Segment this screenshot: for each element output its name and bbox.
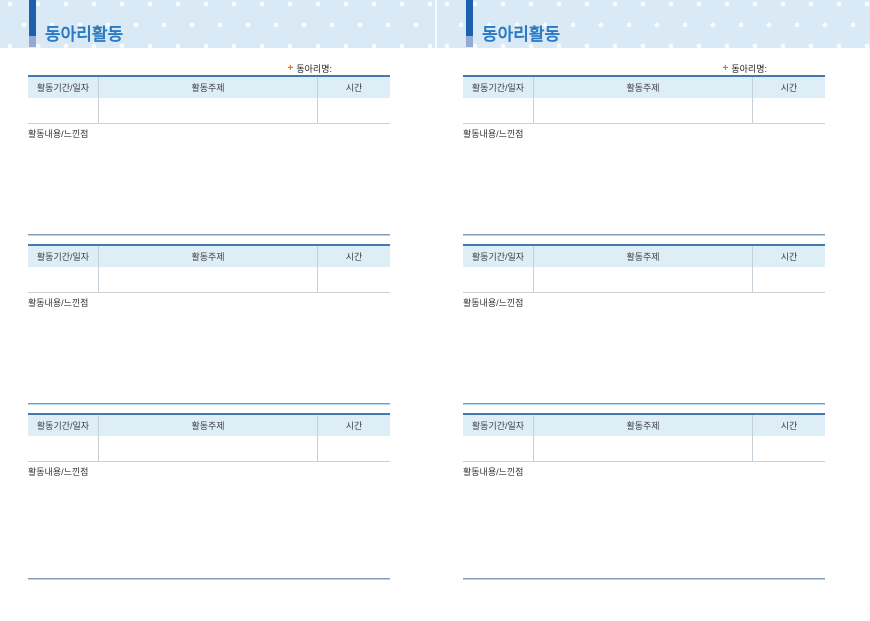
cell-period[interactable] <box>463 436 533 461</box>
page-header-band: 동아리활동 <box>0 0 435 48</box>
page-content: + 동아리명: 활동기간/일자 활동주제 시간 활동내용/느낀점 활동기간/일자 <box>435 63 870 580</box>
table-header-row: 활동기간/일자 활동주제 시간 <box>28 246 390 267</box>
notes-writing-area[interactable] <box>463 479 825 578</box>
col-header-period: 활동기간/일자 <box>463 415 533 436</box>
notes-label: 활동내용/느낀점 <box>28 467 390 479</box>
col-header-topic: 활동주제 <box>533 77 752 98</box>
col-header-time: 시간 <box>752 246 825 267</box>
section-bottom-divider <box>28 234 390 236</box>
header-accent-square-icon <box>29 36 36 47</box>
page-title: 동아리활동 <box>45 20 123 45</box>
col-header-topic: 활동주제 <box>98 415 317 436</box>
cell-time[interactable] <box>752 267 825 292</box>
club-name-label: 동아리명: <box>296 65 332 74</box>
page-content: + 동아리명: 활동기간/일자 활동주제 시간 활동내용/느낀점 활동기간/일자 <box>0 63 435 580</box>
table-header-row: 활동기간/일자 활동주제 시간 <box>28 415 390 436</box>
activity-table: 활동기간/일자 활동주제 시간 <box>463 244 825 293</box>
cell-time[interactable] <box>317 98 390 123</box>
notes-writing-area[interactable] <box>463 141 825 234</box>
page-left: 동아리활동 + 동아리명: 활동기간/일자 활동주제 시간 활동내용/느낀점 <box>0 0 435 621</box>
header-accent-square-icon <box>466 36 473 47</box>
activity-sections: 활동기간/일자 활동주제 시간 활동내용/느낀점 활동기간/일자 활동주제 시간 <box>28 75 390 580</box>
activity-section: 활동기간/일자 활동주제 시간 활동내용/느낀점 <box>463 413 825 580</box>
cell-topic[interactable] <box>98 98 317 123</box>
header-accent-bar-icon <box>466 0 473 36</box>
activity-section: 활동기간/일자 활동주제 시간 활동내용/느낀점 <box>463 75 825 236</box>
table-header-row: 활동기간/일자 활동주제 시간 <box>463 415 825 436</box>
table-entry-row <box>28 267 390 292</box>
col-header-topic: 활동주제 <box>98 77 317 98</box>
activity-table: 활동기간/일자 활동주제 시간 <box>463 413 825 462</box>
table-entry-row <box>28 98 390 123</box>
activity-table: 활동기간/일자 활동주제 시간 <box>28 244 390 293</box>
cell-time[interactable] <box>317 436 390 461</box>
table-header-row: 활동기간/일자 활동주제 시간 <box>463 246 825 267</box>
activity-sections: 활동기간/일자 활동주제 시간 활동내용/느낀점 활동기간/일자 활동주제 시간 <box>463 75 825 580</box>
cell-topic[interactable] <box>533 436 752 461</box>
table-header-row: 활동기간/일자 활동주제 시간 <box>28 77 390 98</box>
cell-period[interactable] <box>28 436 98 461</box>
page-right: 동아리활동 + 동아리명: 활동기간/일자 활동주제 시간 활동내용/느낀점 <box>435 0 870 621</box>
cell-topic[interactable] <box>533 98 752 123</box>
col-header-time: 시간 <box>317 415 390 436</box>
section-bottom-divider <box>28 578 390 580</box>
page-title: 동아리활동 <box>482 20 560 45</box>
col-header-topic: 활동주제 <box>533 415 752 436</box>
col-header-period: 활동기간/일자 <box>463 246 533 267</box>
section-bottom-divider <box>463 234 825 236</box>
notes-writing-area[interactable] <box>28 141 390 234</box>
activity-table: 활동기간/일자 활동주제 시간 <box>463 75 825 124</box>
col-header-topic: 활동주제 <box>98 246 317 267</box>
table-entry-row <box>463 436 825 461</box>
club-name-label: 동아리명: <box>731 65 767 74</box>
cell-topic[interactable] <box>533 267 752 292</box>
cell-period[interactable] <box>463 267 533 292</box>
notes-label: 활동내용/느낀점 <box>463 467 825 479</box>
table-entry-row <box>28 436 390 461</box>
notes-label: 활동내용/느낀점 <box>28 298 390 310</box>
activity-table: 활동기간/일자 활동주제 시간 <box>28 413 390 462</box>
activity-section: 활동기간/일자 활동주제 시간 활동내용/느낀점 <box>28 75 390 236</box>
club-name-row: + 동아리명: <box>463 63 825 75</box>
table-entry-row <box>463 267 825 292</box>
page-header-band: 동아리활동 <box>435 0 870 48</box>
notes-label: 활동내용/느낀점 <box>463 298 825 310</box>
col-header-period: 활동기간/일자 <box>28 415 98 436</box>
plus-icon: + <box>723 64 729 74</box>
col-header-topic: 활동주제 <box>533 246 752 267</box>
cell-time[interactable] <box>752 436 825 461</box>
notes-writing-area[interactable] <box>28 479 390 578</box>
club-name-row: + 동아리명: <box>28 63 390 75</box>
table-header-row: 활동기간/일자 활동주제 시간 <box>463 77 825 98</box>
cell-period[interactable] <box>28 98 98 123</box>
activity-section: 활동기간/일자 활동주제 시간 활동내용/느낀점 <box>28 413 390 580</box>
col-header-time: 시간 <box>752 77 825 98</box>
cell-topic[interactable] <box>98 267 317 292</box>
col-header-period: 활동기간/일자 <box>463 77 533 98</box>
activity-section: 활동기간/일자 활동주제 시간 활동내용/느낀점 <box>28 244 390 405</box>
col-header-period: 활동기간/일자 <box>28 77 98 98</box>
notes-label: 활동내용/느낀점 <box>463 129 825 141</box>
activity-section: 활동기간/일자 활동주제 시간 활동내용/느낀점 <box>463 244 825 405</box>
notes-writing-area[interactable] <box>28 310 390 403</box>
notes-label: 활동내용/느낀점 <box>28 129 390 141</box>
activity-table: 활동기간/일자 활동주제 시간 <box>28 75 390 124</box>
cell-time[interactable] <box>752 98 825 123</box>
header-accent-bar-icon <box>29 0 36 36</box>
col-header-time: 시간 <box>317 77 390 98</box>
cell-topic[interactable] <box>98 436 317 461</box>
plus-icon: + <box>288 64 294 74</box>
table-entry-row <box>463 98 825 123</box>
col-header-period: 활동기간/일자 <box>28 246 98 267</box>
cell-period[interactable] <box>28 267 98 292</box>
col-header-time: 시간 <box>752 415 825 436</box>
notes-writing-area[interactable] <box>463 310 825 403</box>
section-bottom-divider <box>463 578 825 580</box>
section-bottom-divider <box>463 403 825 405</box>
cell-time[interactable] <box>317 267 390 292</box>
cell-period[interactable] <box>463 98 533 123</box>
two-page-spread: 동아리활동 + 동아리명: 활동기간/일자 활동주제 시간 활동내용/느낀점 <box>0 0 870 621</box>
col-header-time: 시간 <box>317 246 390 267</box>
section-bottom-divider <box>28 403 390 405</box>
